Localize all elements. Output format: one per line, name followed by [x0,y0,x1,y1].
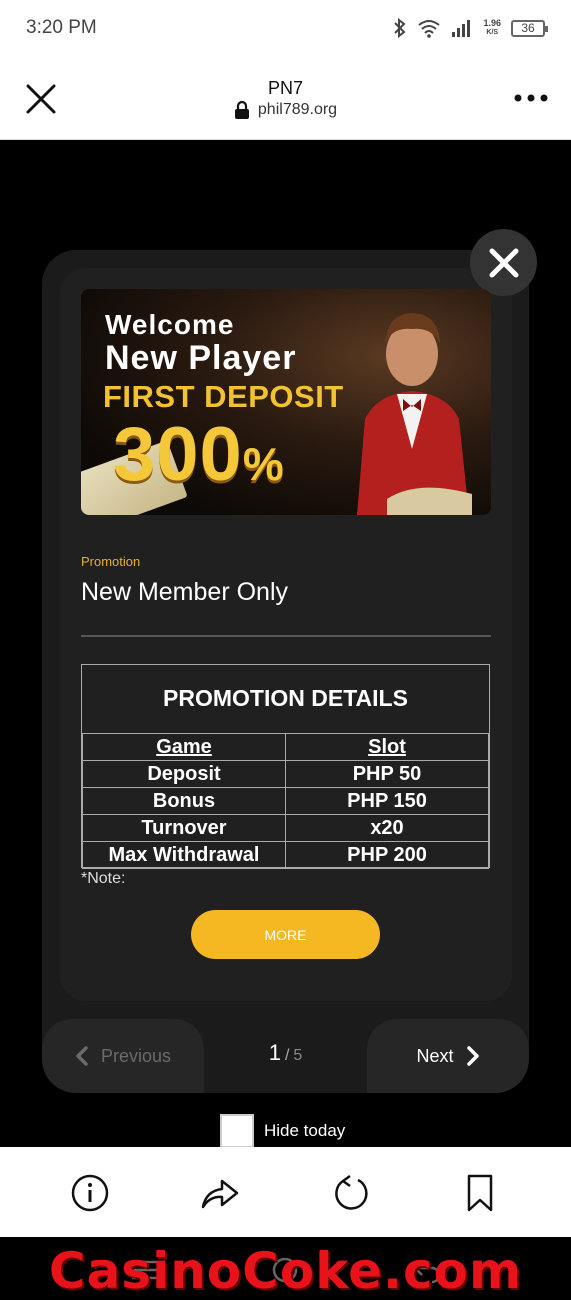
signal-icon [452,20,471,37]
banner-first-deposit-text: FIRST DEPOSIT [103,379,344,414]
promotion-title: New Member Only [81,578,288,606]
browser-bottom-toolbar [0,1147,571,1237]
previous-label: Previous [100,1045,172,1066]
domain-text: phil789.org [257,101,338,118]
status-time: 3:20 PM [26,17,97,38]
chevron-right-icon [466,1046,479,1066]
status-icons: 1.96 K/S 36 [393,16,548,40]
table-cell: Turnover [82,814,286,842]
lock-icon [234,100,249,119]
hide-today-label: Hide today [264,1121,346,1140]
next-label: Next [416,1045,454,1066]
browser-url-bar: PN7 phil789.org [0,58,571,140]
table-cell: Bonus [82,787,286,815]
table-cell: Deposit [82,760,286,788]
hide-today-option: Hide today [220,1114,345,1148]
page-separator: / [284,1047,290,1064]
promotion-banner[interactable]: Welcome New Player FIRST DEPOSIT 300% [81,289,491,515]
page-title: PN7 [267,78,303,98]
divider [81,635,491,637]
table-cell: x20 [285,814,489,842]
more-options-icon[interactable] [513,88,549,108]
more-button[interactable]: MORE [191,910,380,959]
modal-close-button[interactable] [470,229,537,296]
table-row: Deposit PHP 50 [82,760,489,788]
network-speed: 1.96 K/S [483,18,501,37]
table-cell: Slot [285,733,489,761]
total-pages: 5 [293,1047,303,1064]
hide-today-checkbox[interactable] [220,1114,254,1148]
table-cell: Max Withdrawal [82,841,286,869]
table-cell: PHP 200 [285,841,489,869]
wifi-icon [418,20,441,38]
url-domain[interactable]: phil789.org [0,100,571,120]
refresh-icon[interactable] [330,1173,370,1213]
next-button[interactable]: Next [367,1019,529,1093]
banner-bonus-percent: 300% [113,412,285,497]
close-icon [489,248,518,277]
promotion-details-table: Game Slot Deposit PHP 50 Bonus PHP 150 T… [82,733,489,869]
bluetooth-icon [394,18,406,38]
table-header-row: Game Slot [82,733,489,761]
previous-button[interactable]: Previous [42,1019,204,1093]
promotion-category-label: Promotion [81,554,141,569]
chevron-left-icon [76,1046,88,1066]
promotion-details-title: PROMOTION DETAILS [163,685,408,711]
watermark-text: CasinoCoke.com [48,1242,523,1300]
table-row: Turnover x20 [82,814,489,842]
status-bar: 3:20 PM 1.96 K/S 36 [0,0,571,58]
info-icon[interactable] [70,1173,110,1213]
banner-new-player-text: New Player [105,339,297,377]
battery-indicator: 36 [511,19,548,37]
promotion-details-box: PROMOTION DETAILS Game Slot Deposit PHP … [81,664,490,869]
table-row: Max Withdrawal PHP 200 [82,841,489,869]
table-cell: PHP 150 [285,787,489,815]
table-cell: Game [82,733,286,761]
share-icon[interactable] [200,1173,240,1213]
bookmark-icon[interactable] [460,1173,500,1213]
table-cell: PHP 50 [285,760,489,788]
current-page: 1 [268,1040,281,1065]
note-text: *Note: [81,870,126,887]
host-illustration [357,313,472,515]
table-row: Bonus PHP 150 [82,787,489,815]
banner-welcome-text: Welcome [105,309,235,340]
page-indicator: 1/5 [204,1040,367,1066]
